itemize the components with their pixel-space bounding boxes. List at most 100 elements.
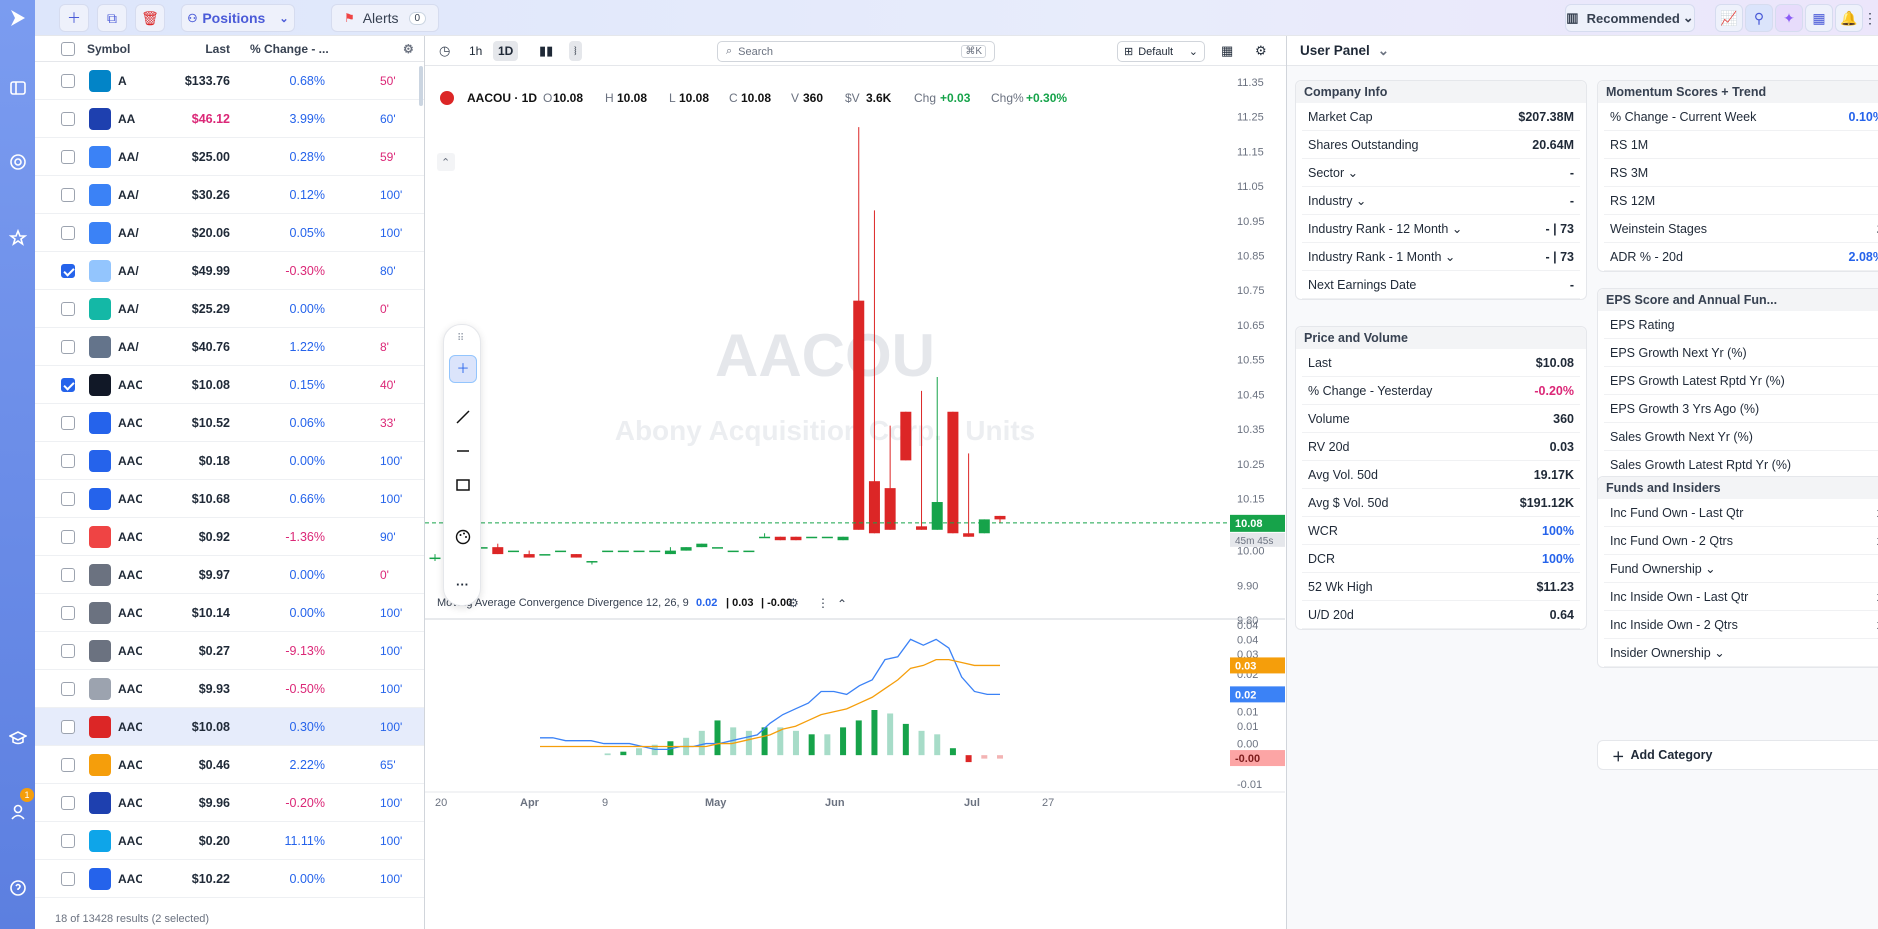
metric-row[interactable]: Last $10.08 <box>1302 349 1580 377</box>
table-row[interactable]: AAC $10.08 0.30% 100' <box>35 708 424 746</box>
notifications-button[interactable]: 🔔 <box>1835 4 1863 32</box>
metric-row[interactable]: WCR 100% <box>1302 517 1580 545</box>
layout-select[interactable]: ⊞ Default ⌄ <box>1117 41 1205 62</box>
symbol-column-header[interactable]: Symbol <box>87 42 130 56</box>
candle-icon[interactable]: ⧘ <box>569 40 582 61</box>
calendar-icon[interactable]: ▦ <box>1221 43 1233 59</box>
more-horizontal-icon[interactable]: ··· <box>456 577 469 592</box>
row-checkbox[interactable] <box>61 149 75 164</box>
table-row[interactable]: AA/ $49.99 -0.30% 80' <box>35 252 424 290</box>
table-row[interactable]: AA/ $20.06 0.05% 100' <box>35 214 424 252</box>
metric-row[interactable]: 52 Wk High $11.23 <box>1302 573 1580 601</box>
table-row[interactable]: AAC $10.52 0.06% 33' <box>35 404 424 442</box>
table-row[interactable]: AAC $0.92 -1.36% 90' <box>35 518 424 556</box>
ai-button[interactable]: ✦ <box>1775 4 1803 32</box>
user-panel-header[interactable]: User Panel ⌄ <box>1287 36 1878 66</box>
metric-row[interactable]: Weinstein Stages2 <box>1604 215 1878 243</box>
duplicate-button[interactable]: ⧉ <box>97 4 127 32</box>
pct-column-header[interactable]: % Change - ... <box>250 42 329 56</box>
scatter-button[interactable]: ⚲ <box>1745 4 1773 32</box>
metric-row[interactable]: RS 12M- <box>1604 187 1878 215</box>
row-checkbox[interactable] <box>61 719 75 734</box>
metric-row[interactable]: % Change - Current Week 0.10% <box>1604 103 1878 131</box>
metric-row[interactable]: ADR % - 20d 2.08% <box>1604 243 1878 271</box>
radar-icon[interactable] <box>8 152 28 172</box>
row-checkbox[interactable] <box>61 567 75 582</box>
table-row[interactable]: AAC $0.27 -9.13% 100' <box>35 632 424 670</box>
metric-row[interactable]: Inc Inside Own - Last Qtrx <box>1604 583 1878 611</box>
row-checkbox[interactable] <box>61 757 75 772</box>
metric-row[interactable]: Shares Outstanding 20.64M <box>1302 131 1580 159</box>
table-row[interactable]: AA/ $25.00 0.28% 59' <box>35 138 424 176</box>
alerts-button[interactable]: ⚑ Alerts 0 <box>331 4 439 32</box>
row-checkbox[interactable] <box>61 453 75 468</box>
help-icon[interactable] <box>8 878 28 898</box>
timeframe-1d[interactable]: 1D <box>493 40 519 61</box>
recommended-dropdown[interactable]: ▥ Recommended ⌄ <box>1565 4 1695 32</box>
row-checkbox[interactable] <box>61 301 75 316</box>
drag-handle-icon[interactable]: ⠿ <box>457 333 464 344</box>
row-checkbox[interactable] <box>61 681 75 696</box>
logo-icon[interactable] <box>8 8 28 28</box>
more-button[interactable]: ⋮ <box>1863 4 1877 32</box>
metric-row[interactable]: Inc Inside Own - 2 Qtrsx <box>1604 611 1878 639</box>
metric-row[interactable]: Inc Fund Own - Last Qtrx <box>1604 499 1878 527</box>
line-chart-button[interactable]: 📈 <box>1715 4 1743 32</box>
metric-row[interactable]: EPS Growth Latest Rptd Yr (%)- <box>1604 367 1878 395</box>
trend-line-icon[interactable] <box>455 409 471 428</box>
settings-icon[interactable]: ⚙ <box>403 42 414 56</box>
row-checkbox[interactable] <box>61 339 75 354</box>
row-checkbox[interactable] <box>61 225 75 240</box>
add-category-button[interactable]: ＋ Add Category <box>1597 740 1878 770</box>
metric-row[interactable]: RS 1M- <box>1604 131 1878 159</box>
metric-row[interactable]: Industry Rank - 1 Month ⌄ - | 73 <box>1302 243 1580 271</box>
table-row[interactable]: A $133.76 0.68% 50' <box>35 62 424 100</box>
education-icon[interactable] <box>8 728 28 748</box>
row-checkbox[interactable] <box>61 111 75 126</box>
list-scrollbar[interactable] <box>419 66 423 106</box>
user-icon[interactable] <box>8 802 28 822</box>
table-row[interactable]: AAC $10.14 0.00% 100' <box>35 594 424 632</box>
metric-row[interactable]: RV 20d 0.03 <box>1302 433 1580 461</box>
row-checkbox[interactable] <box>61 871 75 886</box>
metric-row[interactable]: Insider Ownership ⌄ <box>1604 639 1878 667</box>
row-checkbox[interactable] <box>61 529 75 544</box>
settings-icon[interactable]: ⚙ <box>1255 43 1267 59</box>
metric-row[interactable]: DCR 100% <box>1302 545 1580 573</box>
metric-row[interactable]: Volume 360 <box>1302 405 1580 433</box>
row-checkbox[interactable] <box>61 643 75 658</box>
row-checkbox[interactable] <box>61 73 75 88</box>
row-checkbox[interactable] <box>61 491 75 506</box>
row-checkbox[interactable] <box>61 187 75 202</box>
table-row[interactable]: AA/ $30.26 0.12% 100' <box>35 176 424 214</box>
table-row[interactable]: AAC $9.96 -0.20% 100' <box>35 784 424 822</box>
metric-row[interactable]: EPS Growth Next Yr (%)- <box>1604 339 1878 367</box>
table-row[interactable]: AAC $9.93 -0.50% 100' <box>35 670 424 708</box>
metric-row[interactable]: Avg $ Vol. 50d $191.12K <box>1302 489 1580 517</box>
table-row[interactable]: AAC $10.08 0.15% 40' <box>35 366 424 404</box>
metric-row[interactable]: Fund Ownership ⌄ <box>1604 555 1878 583</box>
metric-row[interactable]: Avg Vol. 50d 19.17K <box>1302 461 1580 489</box>
price-chart[interactable]: AACOU · 1D O 10.08 H 10.08 L 10.08 C 10.08 V 360 $V… <box>425 67 1285 929</box>
row-checkbox[interactable] <box>61 605 75 620</box>
symbol-search-input[interactable]: ⌕ Search ⌘K <box>717 41 995 62</box>
clock-icon[interactable]: ◷ <box>439 43 450 59</box>
positions-dropdown[interactable]: ⚇ Positions ⌄ <box>181 4 295 32</box>
table-row[interactable]: AA $46.12 3.99% 60' <box>35 100 424 138</box>
row-checkbox[interactable] <box>61 415 75 430</box>
table-row[interactable]: AAC $0.18 0.00% 100' <box>35 442 424 480</box>
delete-button[interactable]: 🗑 <box>135 4 165 32</box>
metric-row[interactable]: U/D 20d 0.64 <box>1302 601 1580 629</box>
dashboard-icon[interactable] <box>8 78 28 98</box>
table-row[interactable]: AAC $10.68 0.66% 100' <box>35 480 424 518</box>
select-all-checkbox[interactable] <box>61 41 75 56</box>
metric-row[interactable]: EPS Growth 3 Yrs Ago (%)- <box>1604 395 1878 423</box>
row-checkbox[interactable] <box>61 263 75 278</box>
add-button[interactable]: ＋ <box>59 4 89 32</box>
metric-row[interactable]: Industry ⌄ - <box>1302 187 1580 215</box>
table-row[interactable]: AAC $10.22 0.00% 100' <box>35 860 424 898</box>
table-row[interactable]: AA/ $25.29 0.00% 0' <box>35 290 424 328</box>
crosshair-icon[interactable]: ＋ <box>449 355 477 383</box>
row-checkbox[interactable] <box>61 833 75 848</box>
metric-row[interactable]: Sector ⌄ - <box>1302 159 1580 187</box>
